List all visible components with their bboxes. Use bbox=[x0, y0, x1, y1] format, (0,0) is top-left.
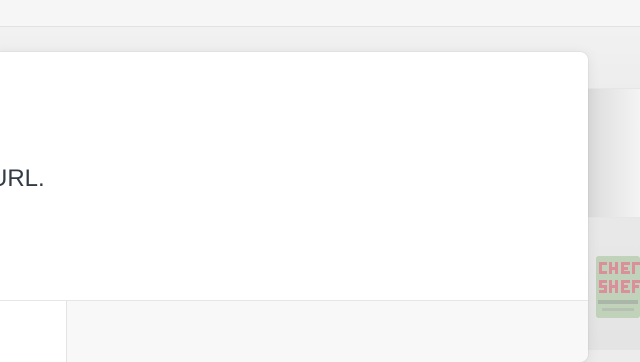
dialog-message: URL. bbox=[0, 165, 45, 192]
cheat-sheet-logo[interactable] bbox=[596, 256, 640, 318]
dialog-footer-right-cell bbox=[67, 301, 588, 362]
top-toolbar-band bbox=[0, 0, 640, 27]
background-side-panel bbox=[588, 88, 640, 218]
dialog: URL. bbox=[0, 52, 588, 362]
dialog-footer-left-cell bbox=[0, 301, 67, 362]
